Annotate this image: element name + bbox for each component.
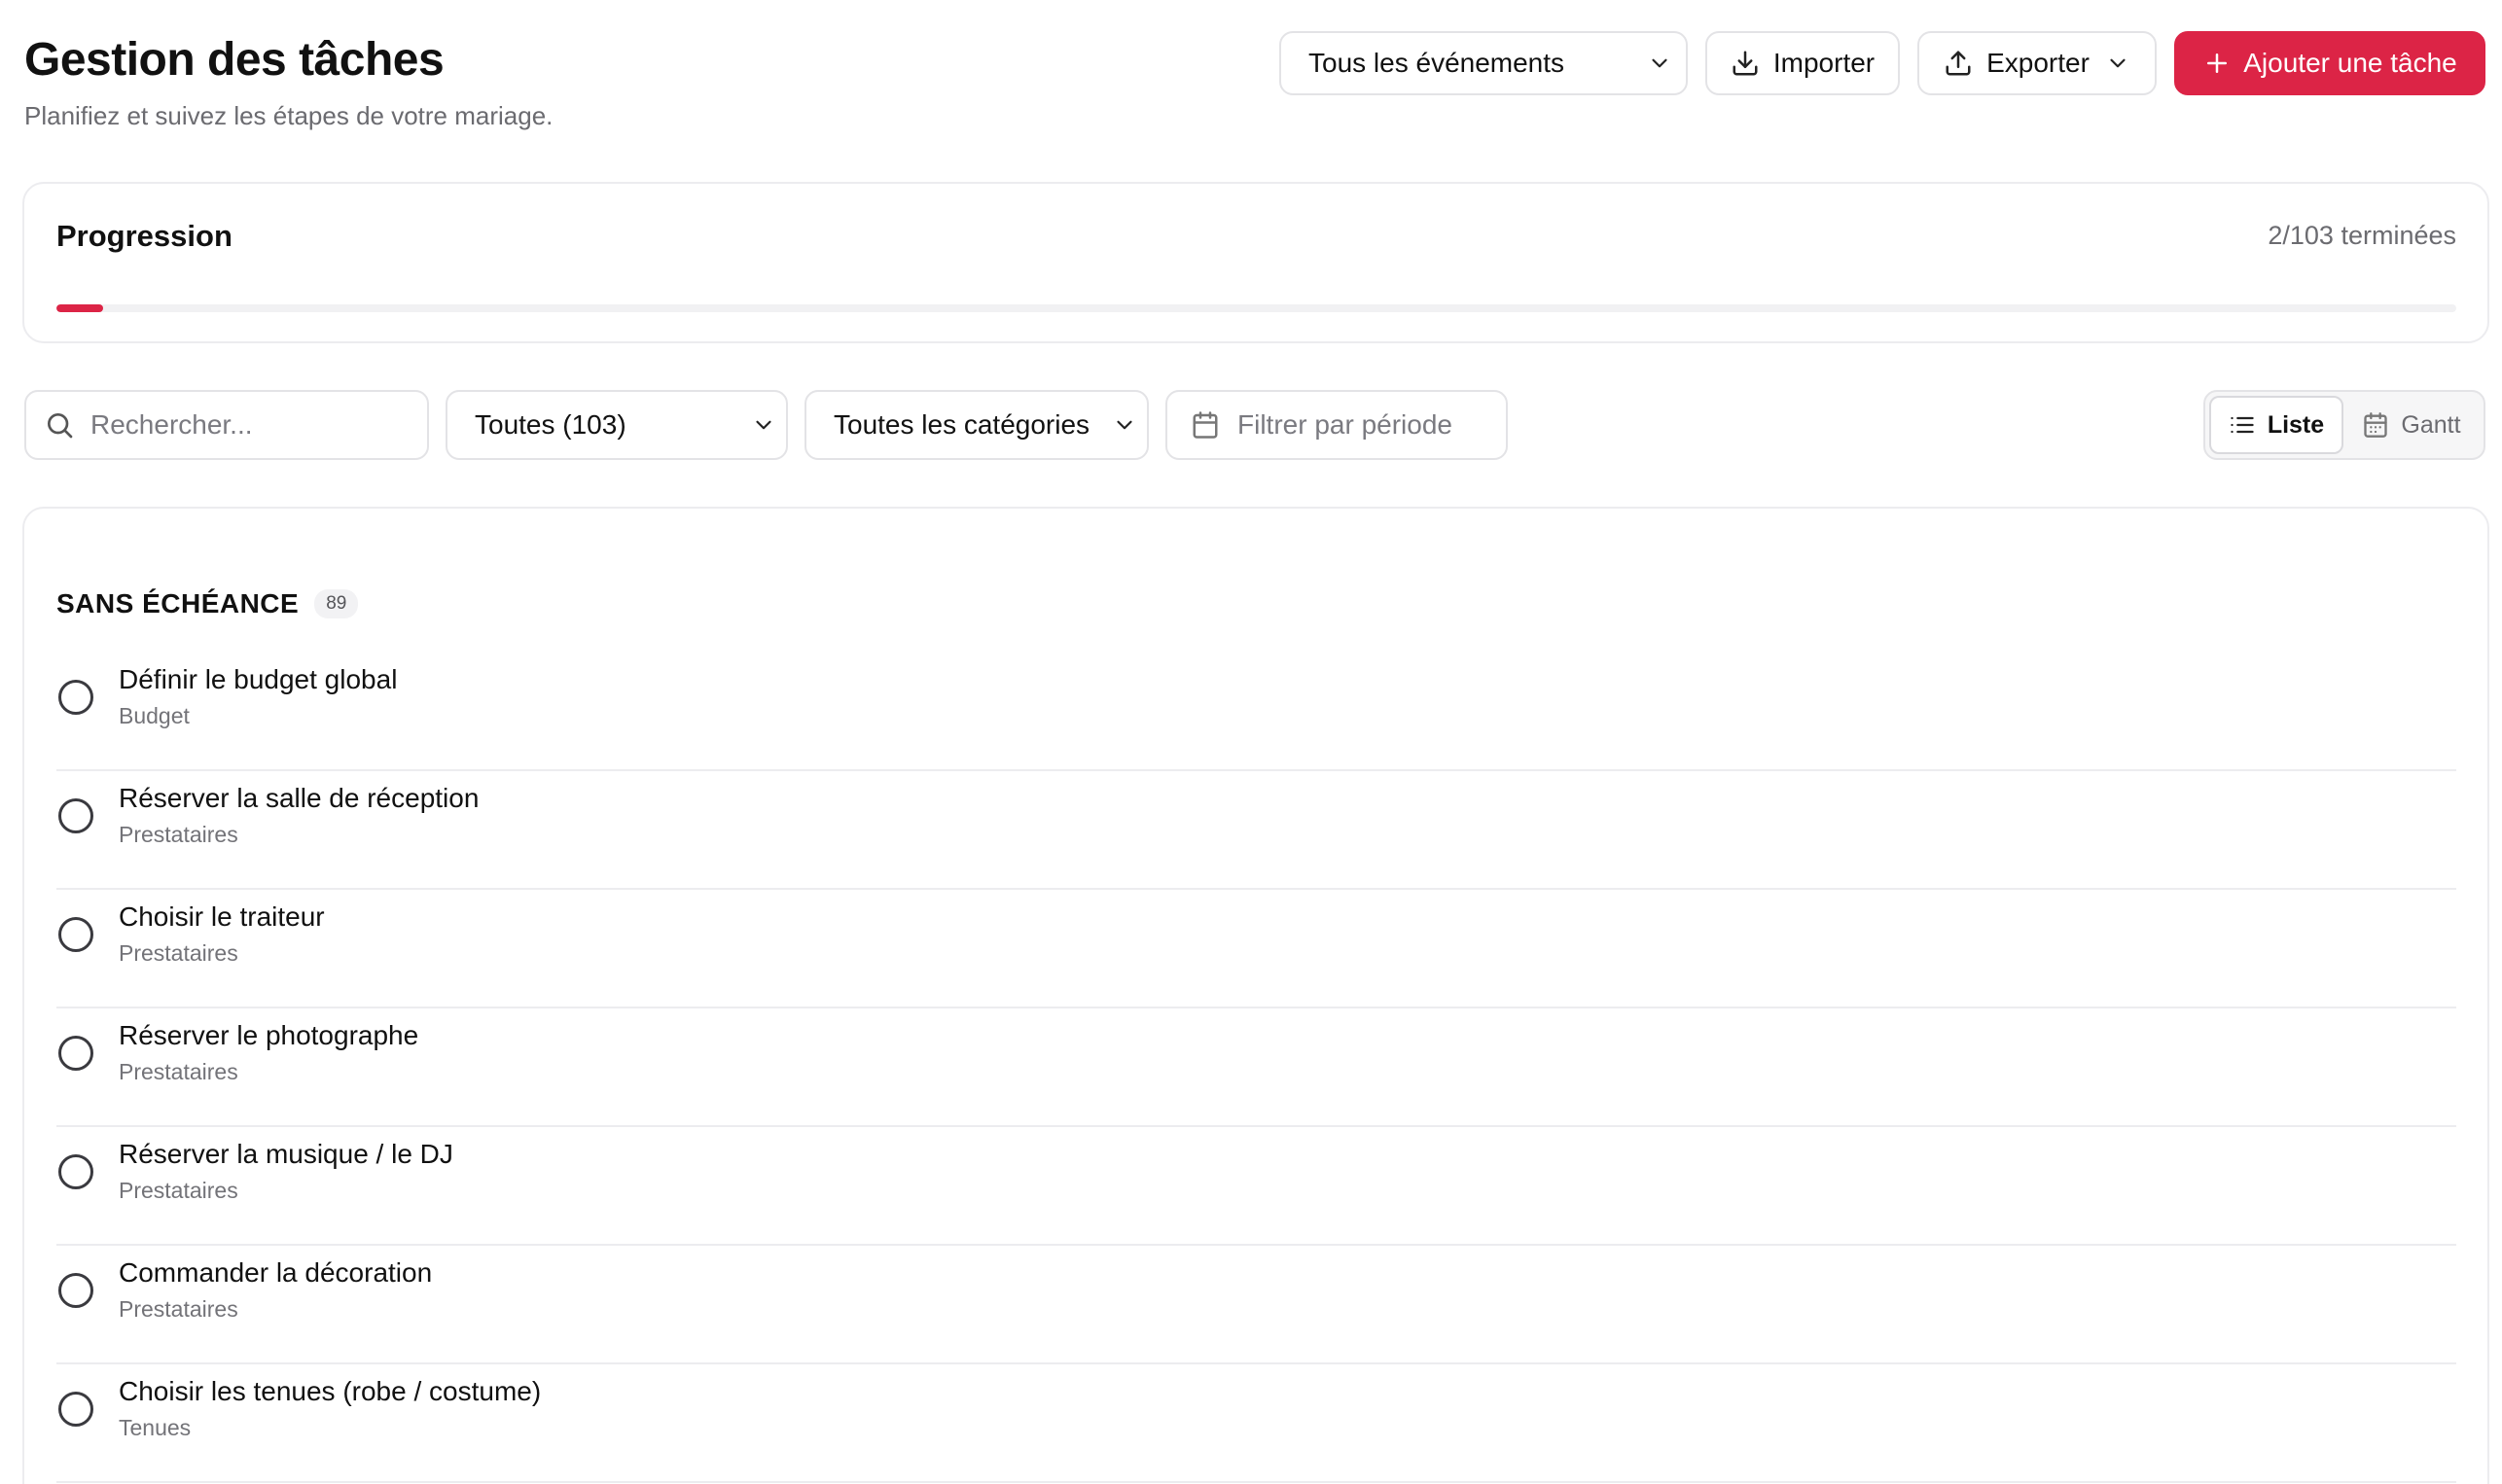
task-title: Réserver la salle de réception	[119, 783, 480, 813]
period-filter[interactable]: Filtrer par période	[1165, 390, 1508, 460]
task-category: Prestataires	[119, 1059, 238, 1084]
chevron-down-icon	[2105, 51, 2130, 76]
progress-bar	[56, 304, 2456, 312]
progress-title: Progression	[56, 219, 232, 253]
calendar-grid-icon	[2362, 411, 2389, 439]
circle-checkbox-icon[interactable]	[58, 917, 93, 952]
calendar-icon	[1191, 410, 1220, 440]
add-task-button[interactable]: Ajouter une tâche	[2174, 31, 2485, 95]
add-task-button-label: Ajouter une tâche	[2243, 48, 2457, 78]
task-category: Prestataires	[119, 822, 238, 847]
chevron-down-icon	[1112, 412, 1137, 438]
circle-checkbox-icon[interactable]	[58, 1154, 93, 1189]
task-title: Réserver la musique / le DJ	[119, 1139, 453, 1169]
filter-bar: Toutes (103) Toutes les catégories Filtr…	[24, 390, 2487, 460]
search-icon	[44, 409, 75, 441]
list-icon	[2229, 411, 2256, 439]
task-title: Commander la décoration	[119, 1257, 433, 1288]
view-list-button[interactable]: Liste	[2209, 396, 2343, 454]
plus-icon	[2202, 49, 2232, 78]
progress-bar-fill	[56, 304, 103, 312]
task-title: Choisir le traiteur	[119, 901, 325, 932]
task-title: Choisir les tenues (robe / costume)	[119, 1376, 542, 1406]
circle-checkbox-icon[interactable]	[58, 1392, 93, 1427]
circle-checkbox-icon[interactable]	[58, 680, 93, 715]
task-category: Prestataires	[119, 1296, 238, 1322]
task-group-title: SANS ÉCHÉANCE	[56, 588, 300, 618]
task-title: Définir le budget global	[119, 664, 398, 694]
task-category: Budget	[119, 703, 190, 728]
task-title: Réserver le photographe	[119, 1020, 419, 1050]
category-filter-select[interactable]: Toutes les catégories	[804, 390, 1149, 460]
upload-icon	[1944, 49, 1973, 78]
category-filter-value: Toutes les catégories	[834, 409, 1090, 440]
event-select[interactable]: Tous les événements	[1279, 31, 1688, 95]
task-row[interactable]: Choisir le traiteur Prestataires	[56, 890, 2456, 1008]
header-actions: Tous les événements Importer Exporter Aj…	[1279, 31, 2485, 95]
search-box	[24, 390, 429, 460]
view-list-label: Liste	[2267, 410, 2325, 439]
period-filter-placeholder: Filtrer par période	[1237, 409, 1452, 440]
page-title: Gestion des tâches	[24, 34, 445, 86]
chevron-down-icon	[751, 412, 776, 438]
export-button[interactable]: Exporter	[1917, 31, 2157, 95]
event-select-value: Tous les événements	[1308, 48, 1565, 78]
circle-checkbox-icon[interactable]	[58, 798, 93, 833]
progress-card: Progression 2/103 terminées	[22, 182, 2489, 343]
task-row[interactable]: Définir le budget global Budget	[56, 653, 2456, 771]
status-filter-select[interactable]: Toutes (103)	[446, 390, 788, 460]
task-category: Tenues	[119, 1415, 192, 1440]
task-management-page: Gestion des tâches Planifiez et suivez l…	[0, 0, 2502, 1484]
view-gantt-button[interactable]: Gantt	[2347, 396, 2476, 454]
progress-count: 2/103 terminées	[2268, 221, 2456, 250]
task-row[interactable]: Choisir les tenues (robe / costume) Tenu…	[56, 1364, 2456, 1483]
download-icon	[1731, 49, 1760, 78]
circle-checkbox-icon[interactable]	[58, 1273, 93, 1308]
view-toggle: Liste Gantt	[2203, 390, 2485, 460]
page-header: Gestion des tâches Planifiez et suivez l…	[24, 27, 2487, 144]
task-category: Prestataires	[119, 940, 238, 966]
task-row[interactable]: Réserver la salle de réception Prestatai…	[56, 771, 2456, 890]
task-row[interactable]: Commander la décoration Prestataires	[56, 1246, 2456, 1364]
task-category: Prestataires	[119, 1178, 238, 1203]
task-group-header: SANS ÉCHÉANCE 89	[56, 588, 359, 619]
page-subtitle: Planifiez et suivez les étapes de votre …	[24, 101, 554, 130]
task-row[interactable]: Réserver le photographe Prestataires	[56, 1008, 2456, 1127]
import-button-label: Importer	[1772, 48, 1876, 78]
export-button-label: Exporter	[1986, 48, 2090, 78]
status-filter-value: Toutes (103)	[475, 409, 626, 440]
search-input[interactable]	[89, 408, 404, 442]
chevron-down-icon	[1647, 51, 1672, 76]
circle-checkbox-icon[interactable]	[58, 1036, 93, 1071]
import-button[interactable]: Importer	[1705, 31, 1900, 95]
task-group-count-badge: 89	[314, 589, 359, 618]
view-gantt-label: Gantt	[2401, 410, 2461, 439]
task-list: Définir le budget global Budget Réserver…	[56, 653, 2456, 1483]
task-row[interactable]: Réserver la musique / le DJ Prestataires	[56, 1127, 2456, 1246]
task-list-card: SANS ÉCHÉANCE 89 Définir le budget globa…	[22, 507, 2489, 1484]
